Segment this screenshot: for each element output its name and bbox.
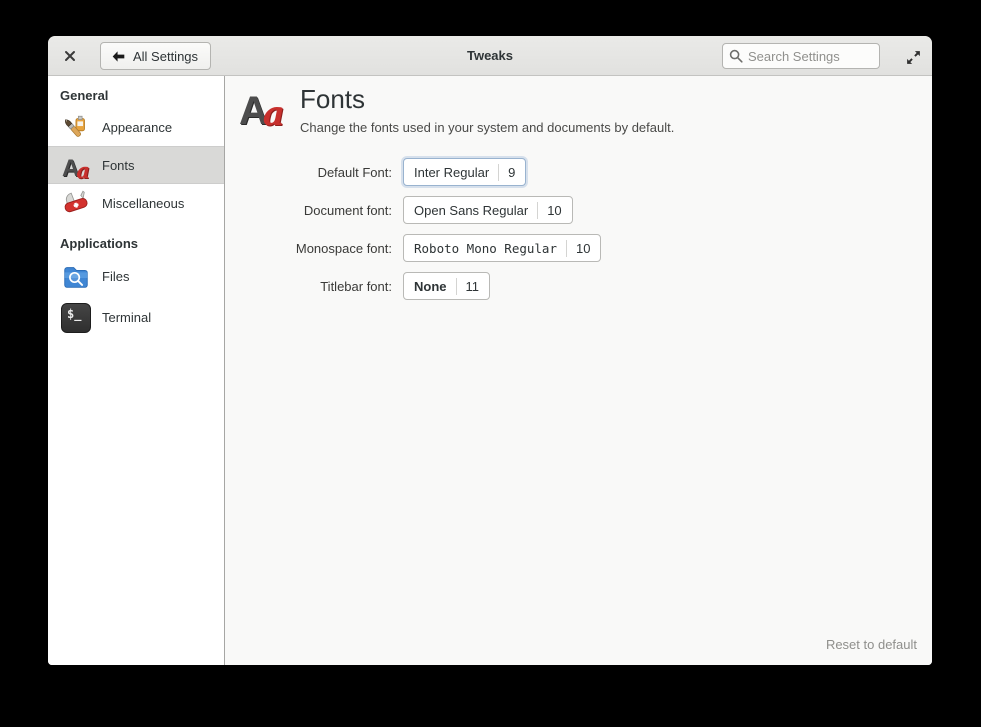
sidebar-item-terminal[interactable]: $_ Terminal <box>48 297 224 338</box>
files-icon <box>60 261 92 293</box>
titlebar-font-label: Titlebar font: <box>225 279 392 294</box>
font-name: Roboto Mono Regular <box>414 241 557 256</box>
all-settings-label: All Settings <box>133 49 198 64</box>
fonts-icon-glyph-a: a <box>76 160 90 181</box>
font-size: 11 <box>466 279 480 294</box>
default-font-button[interactable]: Inter Regular 9 <box>403 158 526 186</box>
font-size: 10 <box>576 241 590 256</box>
font-size-separator <box>498 164 499 181</box>
miscellaneous-icon <box>60 187 92 219</box>
font-name: Open Sans Regular <box>414 203 528 218</box>
reset-to-default-button[interactable]: Reset to default <box>826 637 917 652</box>
expand-icon <box>905 49 922 66</box>
fonts-form: Default Font: Inter Regular 9 Document f… <box>225 153 932 305</box>
sidebar-section-general: General <box>48 82 224 108</box>
default-font-label: Default Font: <box>225 165 392 180</box>
font-name: Inter Regular <box>414 165 489 180</box>
fonts-page-icon: A a <box>238 83 286 131</box>
fonts-icon: A a <box>60 149 92 181</box>
fonts-panel: A a Fonts Change the fonts used in your … <box>225 76 932 665</box>
monospace-font-row: Monospace font: Roboto Mono Regular 10 <box>225 229 932 267</box>
fonts-page-icon-glyph-a: a <box>263 97 285 131</box>
tweaks-window: All Settings Tweaks Genera <box>48 36 932 665</box>
sidebar-item-label: Appearance <box>102 120 172 135</box>
terminal-icon-prompt: $_ <box>61 303 91 333</box>
titlebar: All Settings Tweaks <box>48 36 932 76</box>
sidebar-item-files[interactable]: Files <box>48 256 224 297</box>
sidebar-item-miscellaneous[interactable]: Miscellaneous <box>48 184 224 222</box>
sidebar-item-appearance[interactable]: Appearance <box>48 108 224 146</box>
search-field[interactable] <box>722 43 880 69</box>
window-title: Tweaks <box>467 48 513 63</box>
sidebar-item-fonts[interactable]: A a Fonts <box>48 146 224 184</box>
all-settings-button[interactable]: All Settings <box>100 42 211 70</box>
titlebar-font-row: Titlebar font: None 11 <box>225 267 932 305</box>
page-title: Fonts <box>300 84 365 115</box>
font-size-separator <box>537 202 538 219</box>
document-font-button[interactable]: Open Sans Regular 10 <box>403 196 573 224</box>
monospace-font-label: Monospace font: <box>225 241 392 256</box>
font-name: None <box>414 279 447 294</box>
document-font-label: Document font: <box>225 203 392 218</box>
appearance-icon <box>60 111 92 143</box>
sidebar-item-label: Files <box>102 269 129 284</box>
sidebar-item-label: Miscellaneous <box>102 196 184 211</box>
font-size: 10 <box>547 203 561 218</box>
search-input[interactable] <box>748 49 873 64</box>
page-subtitle: Change the fonts used in your system and… <box>300 120 674 135</box>
search-icon <box>729 49 743 63</box>
monospace-font-button[interactable]: Roboto Mono Regular 10 <box>403 234 601 262</box>
terminal-icon: $_ <box>60 302 92 334</box>
sidebar-section-applications: Applications <box>48 230 224 256</box>
close-button[interactable] <box>58 44 82 68</box>
sidebar: General Appearance <box>48 76 225 665</box>
close-icon <box>64 50 76 62</box>
titlebar-font-button[interactable]: None 11 <box>403 272 490 300</box>
window-body: General Appearance <box>48 76 932 665</box>
font-size: 9 <box>508 165 515 180</box>
default-font-row: Default Font: Inter Regular 9 <box>225 153 932 191</box>
expand-button[interactable] <box>902 46 924 68</box>
sidebar-item-label: Fonts <box>102 158 135 173</box>
font-size-separator <box>566 240 567 257</box>
font-size-separator <box>456 278 457 295</box>
document-font-row: Document font: Open Sans Regular 10 <box>225 191 932 229</box>
sidebar-item-label: Terminal <box>102 310 151 325</box>
back-arrow-icon <box>111 49 126 64</box>
